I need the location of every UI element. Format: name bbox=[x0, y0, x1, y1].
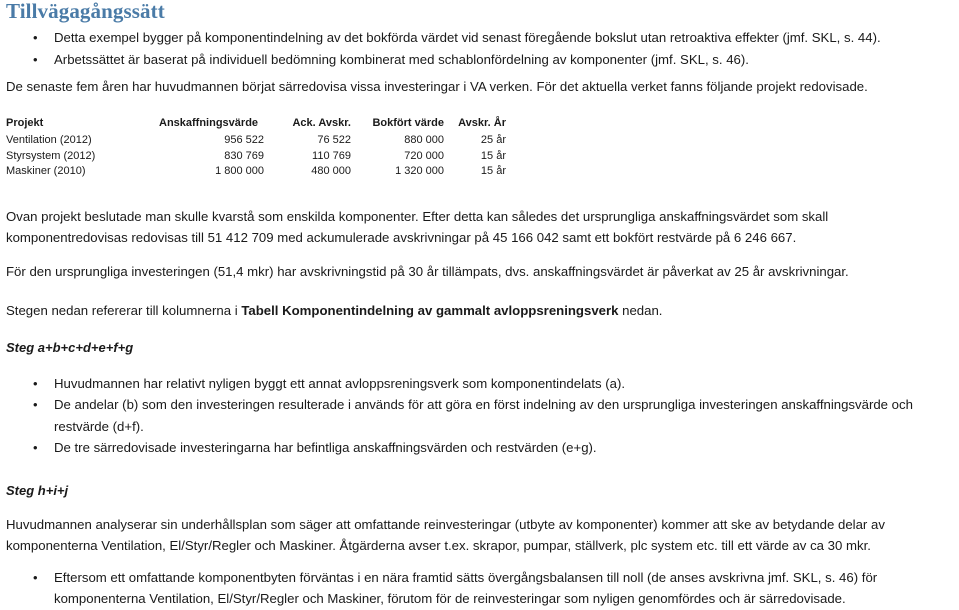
cell-projekt: Styrsystem (2012) bbox=[6, 149, 96, 162]
bullet-text: Detta exempel bygger på komponentindelni… bbox=[54, 30, 881, 45]
cell-ack-avskr: 480 000 bbox=[311, 165, 351, 177]
cell-bokfort-varde: 1 320 000 bbox=[395, 165, 444, 177]
projects-table: Projekt Anskaffningsvärde Ack. Avskr. Bo… bbox=[6, 116, 506, 180]
intro-paragraph: De senaste fem åren har huvudmannen börj… bbox=[6, 79, 868, 94]
list-item: Detta exempel bygger på komponentindelni… bbox=[6, 27, 953, 49]
list-item: De andelar (b) som den investeringen res… bbox=[6, 394, 953, 437]
cell-bokfort-varde: 720 000 bbox=[404, 149, 444, 162]
table-row: Maskiner (2010) 1 800 000 480 000 1 320 … bbox=[6, 164, 506, 180]
list-item: De tre särredovisade investeringarna har… bbox=[6, 437, 953, 459]
table-header-row: Projekt Anskaffningsvärde Ack. Avskr. Bo… bbox=[6, 116, 506, 134]
table-row: Ventilation (2012) 956 522 76 522 880 00… bbox=[6, 133, 506, 149]
steg-abcdefg-bullet-list: Huvudmannen har relativt nyligen byggt e… bbox=[6, 373, 953, 459]
cell-projekt: Maskiner (2010) bbox=[6, 165, 86, 177]
cell-ack-avskr: 76 522 bbox=[317, 134, 351, 146]
column-header-anskaffningsvarde: Anskaffningsvärde bbox=[159, 116, 259, 129]
bullet-text: Eftersom ett omfattande komponentbyten f… bbox=[54, 569, 878, 607]
bullet-text: De tre särredovisade investeringarna har… bbox=[54, 440, 597, 455]
cell-anskaffningsvarde: 830 769 bbox=[224, 149, 264, 162]
stegen-prefix: Stegen nedan refererar till kolumnerna i bbox=[6, 303, 242, 318]
list-item: Eftersom ett omfattande komponentbyten f… bbox=[6, 567, 953, 610]
list-item: Huvudmannen har relativt nyligen byggt e… bbox=[6, 373, 953, 395]
column-header-ack-avskr: Ack. Avskr. bbox=[292, 116, 351, 129]
bullet-text: Huvudmannen har relativt nyligen byggt e… bbox=[54, 375, 626, 391]
page-title: Tillvägagångssätt bbox=[6, 0, 165, 23]
table-row: Styrsystem (2012) 830 769 110 769 720 00… bbox=[6, 149, 506, 165]
cell-anskaffningsvarde: 956 522 bbox=[224, 134, 264, 146]
bullet-text: De andelar (b) som den investeringen res… bbox=[54, 397, 913, 434]
heading-steg-abcdefg: Steg a+b+c+d+e+f+g bbox=[6, 339, 134, 355]
cell-avskr-ar: 15 år bbox=[480, 165, 506, 177]
stegen-suffix: nedan. bbox=[618, 303, 663, 318]
paragraph-ovan-projekt: Ovan projekt beslutade man skulle kvarst… bbox=[6, 208, 829, 246]
document-page: Tillvägagångssätt Detta exempel bygger p… bbox=[0, 0, 959, 607]
paragraph-underhallsplan: Huvudmannen analyserar sin underhållspla… bbox=[6, 516, 885, 554]
cell-projekt: Ventilation (2012) bbox=[6, 134, 92, 146]
column-header-projekt: Projekt bbox=[6, 116, 44, 129]
cell-avskr-ar: 25 år bbox=[480, 134, 506, 146]
cell-ack-avskr: 110 769 bbox=[312, 149, 351, 162]
paragraph-ursprungliga-investeringen: För den ursprungliga investeringen (51,4… bbox=[6, 263, 849, 279]
cell-anskaffningsvarde: 1 800 000 bbox=[215, 165, 264, 177]
cell-avskr-ar: 15 år bbox=[480, 149, 506, 162]
list-item: Arbetssättet är baserat på individuell b… bbox=[6, 49, 953, 71]
heading-steg-hij: Steg h+i+j bbox=[6, 482, 69, 498]
column-header-avskr-ar: Avskr. År bbox=[458, 116, 506, 129]
column-header-bokfort-varde: Bokfört värde bbox=[372, 116, 444, 129]
stegen-table-reference: Tabell Komponentindelning av gammalt avl… bbox=[241, 303, 619, 318]
bullet-text: Arbetssättet är baserat på individuell b… bbox=[54, 51, 749, 67]
paragraph-stegen-nedan: Stegen nedan refererar till kolumnerna i… bbox=[6, 300, 953, 322]
steg-hij-bullet-list: Eftersom ett omfattande komponentbyten f… bbox=[6, 567, 953, 610]
intro-bullet-list: Detta exempel bygger på komponentindelni… bbox=[6, 27, 953, 70]
cell-bokfort-varde: 880 000 bbox=[404, 134, 444, 146]
